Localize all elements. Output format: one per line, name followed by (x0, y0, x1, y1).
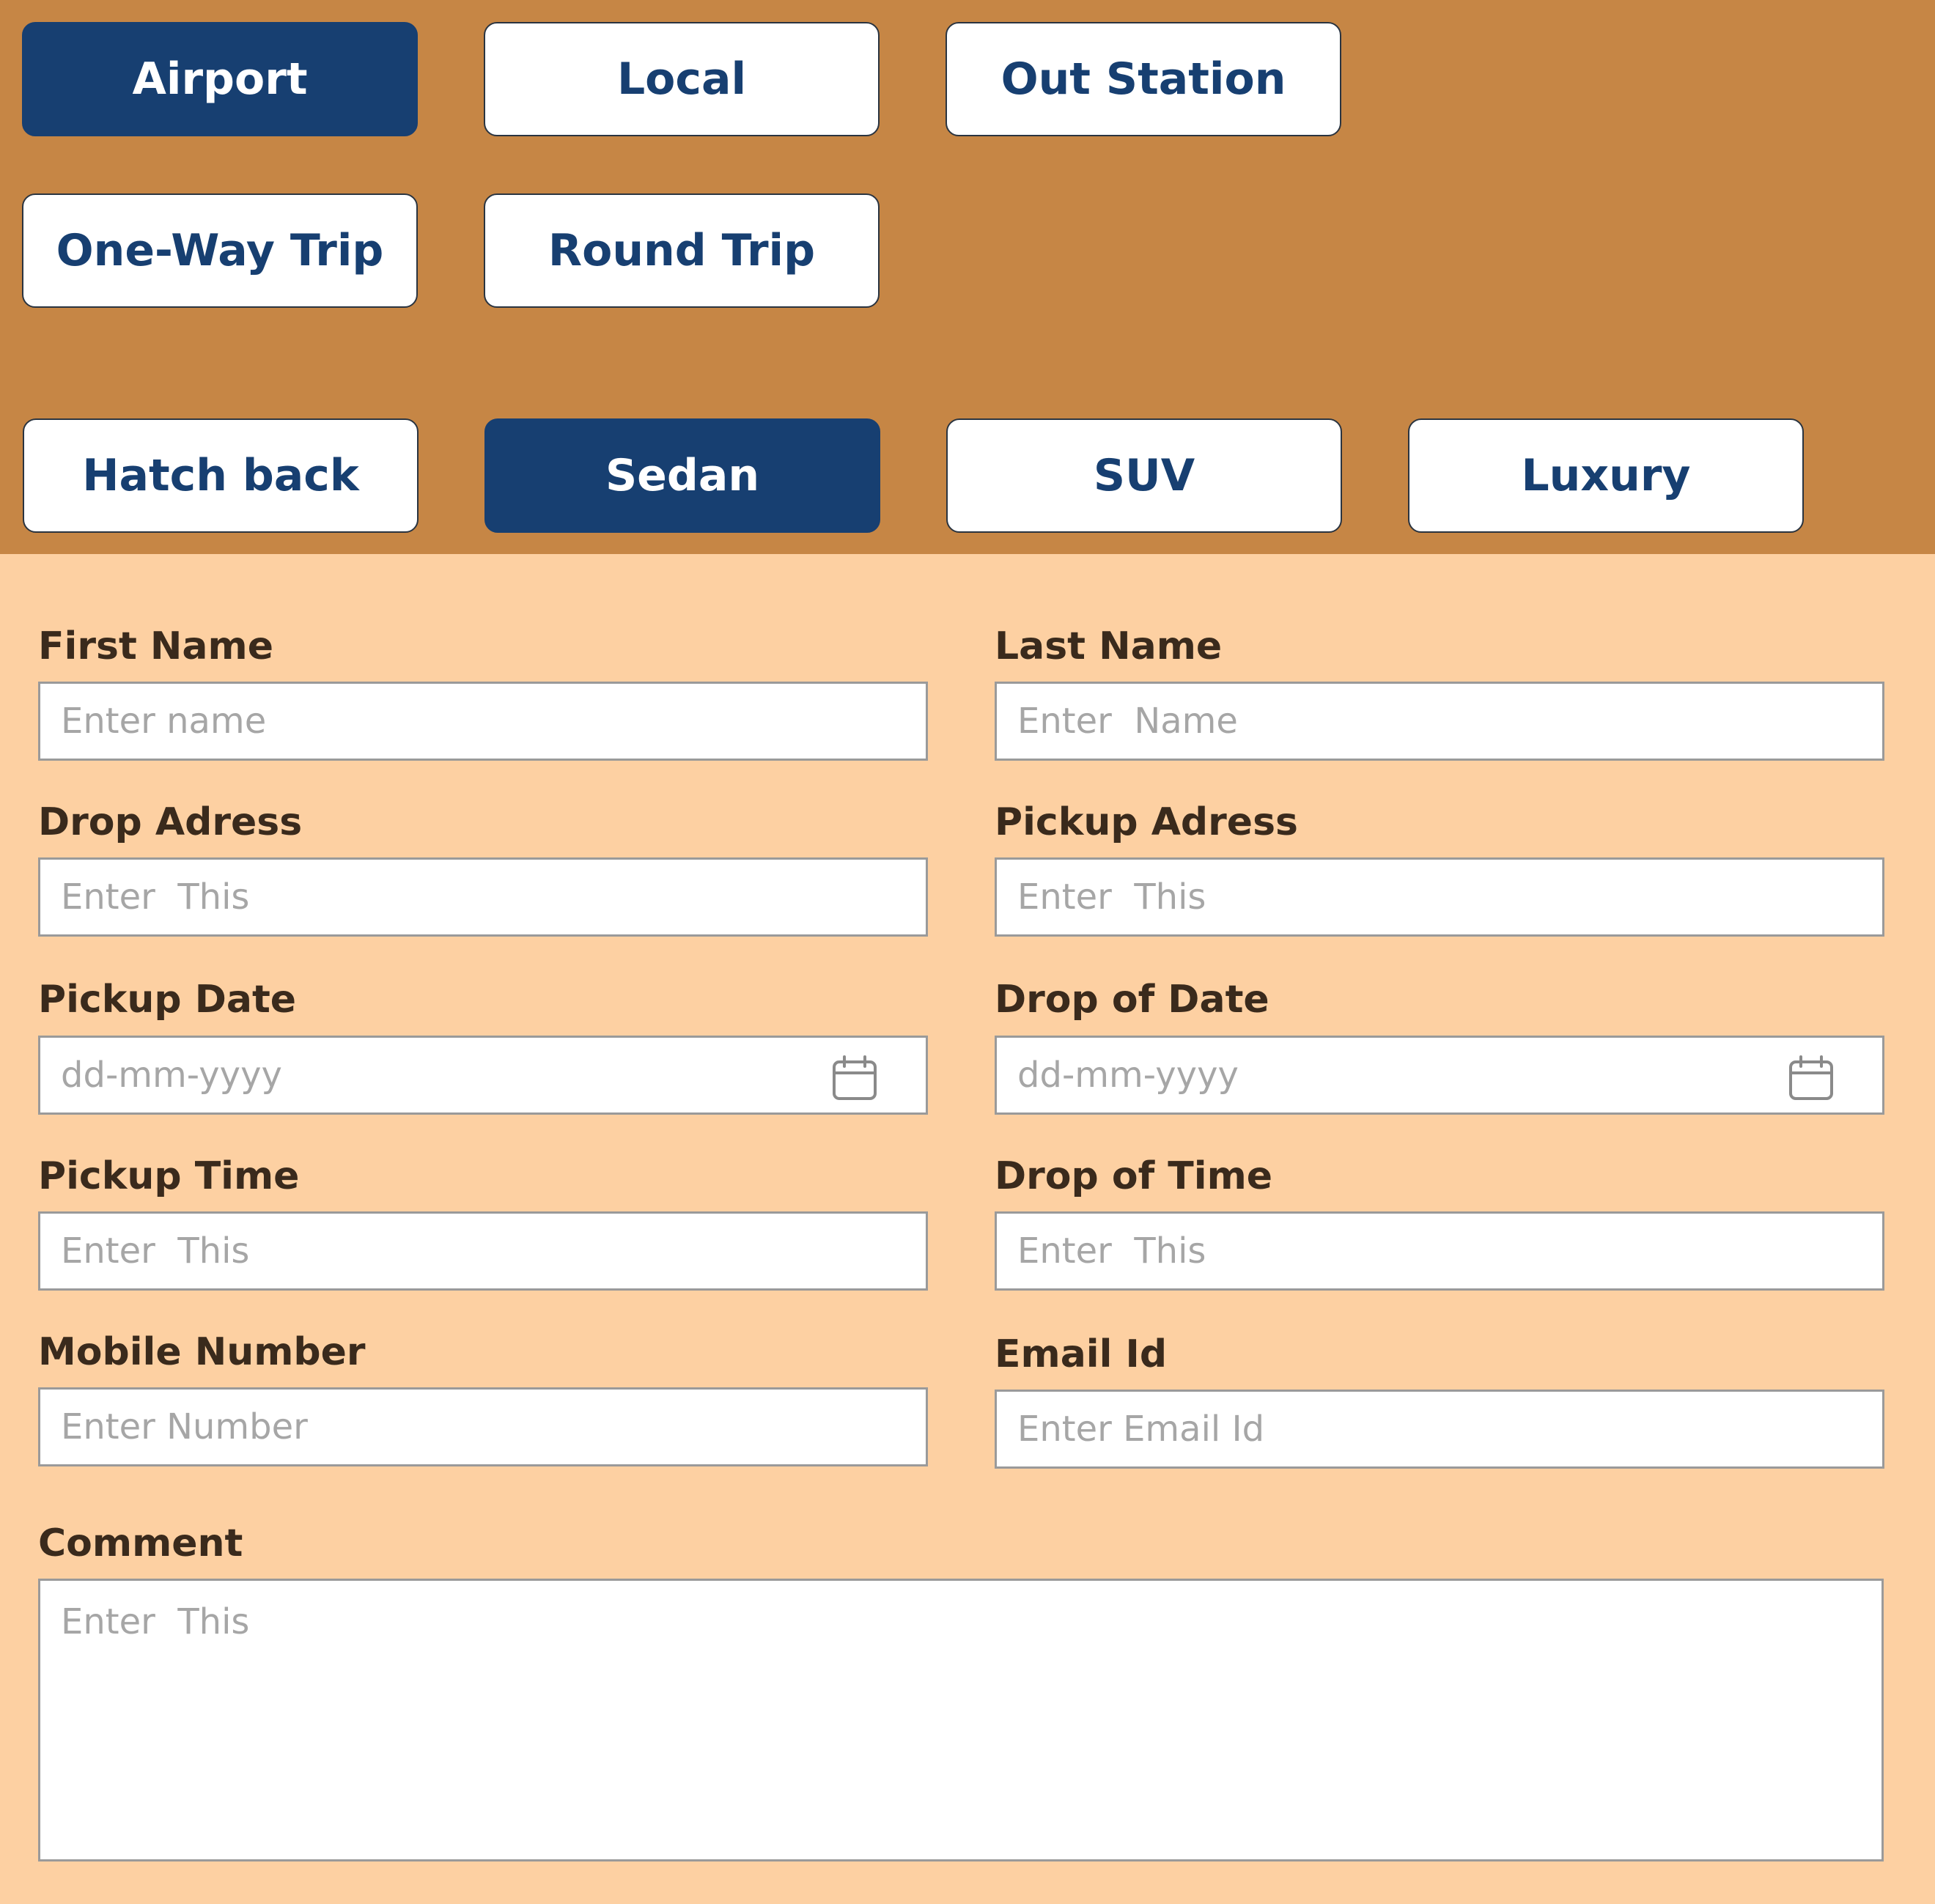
mobile-number-input[interactable]: Enter Number (38, 1387, 928, 1466)
email-placeholder: Enter Email Id (1017, 1409, 1265, 1450)
pickup-date-label: Pickup Date (38, 978, 297, 1022)
round-trip-button[interactable]: Round Trip (484, 193, 880, 308)
hatchback-button[interactable]: Hatch back (23, 418, 419, 533)
comment-textarea[interactable]: Enter This (38, 1579, 1884, 1861)
suv-button[interactable]: SUV (946, 418, 1342, 533)
pickup-date-input[interactable]: dd-mm-yyyy (38, 1036, 928, 1115)
luxury-button[interactable]: Luxury (1408, 418, 1804, 533)
last-name-placeholder: Enter Name (1017, 701, 1238, 742)
email-input[interactable]: Enter Email Id (995, 1390, 1884, 1469)
sedan-button[interactable]: Sedan (484, 418, 880, 533)
calendar-icon[interactable] (832, 1055, 877, 1101)
comment-placeholder: Enter This (61, 1601, 250, 1642)
first-name-input[interactable]: Enter name (38, 682, 928, 761)
pickup-address-input[interactable]: Enter This (995, 857, 1884, 937)
pickup-date-placeholder: dd-mm-yyyy (61, 1055, 282, 1096)
drop-address-input[interactable]: Enter This (38, 857, 928, 937)
email-label: Email Id (995, 1332, 1168, 1376)
calendar-icon[interactable] (1788, 1055, 1834, 1101)
drop-date-label: Drop of Date (995, 978, 1269, 1022)
mobile-number-label: Mobile Number (38, 1330, 366, 1374)
out-station-button[interactable]: Out Station (946, 22, 1341, 136)
drop-time-input[interactable]: Enter This (995, 1211, 1884, 1291)
first-name-placeholder: Enter name (61, 701, 267, 742)
pickup-address-placeholder: Enter This (1017, 877, 1206, 918)
drop-address-label: Drop Adress (38, 800, 303, 844)
pickup-time-label: Pickup Time (38, 1154, 300, 1198)
airport-button[interactable]: Airport (22, 22, 418, 136)
last-name-label: Last Name (995, 624, 1223, 668)
comment-label: Comment (38, 1521, 243, 1565)
local-button[interactable]: Local (484, 22, 880, 136)
one-way-trip-button[interactable]: One-Way Trip (22, 193, 418, 308)
pickup-address-label: Pickup Adress (995, 800, 1298, 844)
drop-address-placeholder: Enter This (61, 877, 250, 918)
pickup-time-placeholder: Enter This (61, 1230, 250, 1272)
first-name-label: First Name (38, 624, 273, 668)
drop-date-placeholder: dd-mm-yyyy (1017, 1055, 1239, 1096)
drop-time-label: Drop of Time (995, 1154, 1273, 1198)
trip-options-panel: Airport Local Out Station One-Way Trip R… (0, 0, 1935, 554)
drop-time-placeholder: Enter This (1017, 1230, 1206, 1272)
mobile-number-placeholder: Enter Number (61, 1406, 308, 1447)
pickup-time-input[interactable]: Enter This (38, 1211, 928, 1291)
last-name-input[interactable]: Enter Name (995, 682, 1884, 761)
drop-date-input[interactable]: dd-mm-yyyy (995, 1036, 1884, 1115)
